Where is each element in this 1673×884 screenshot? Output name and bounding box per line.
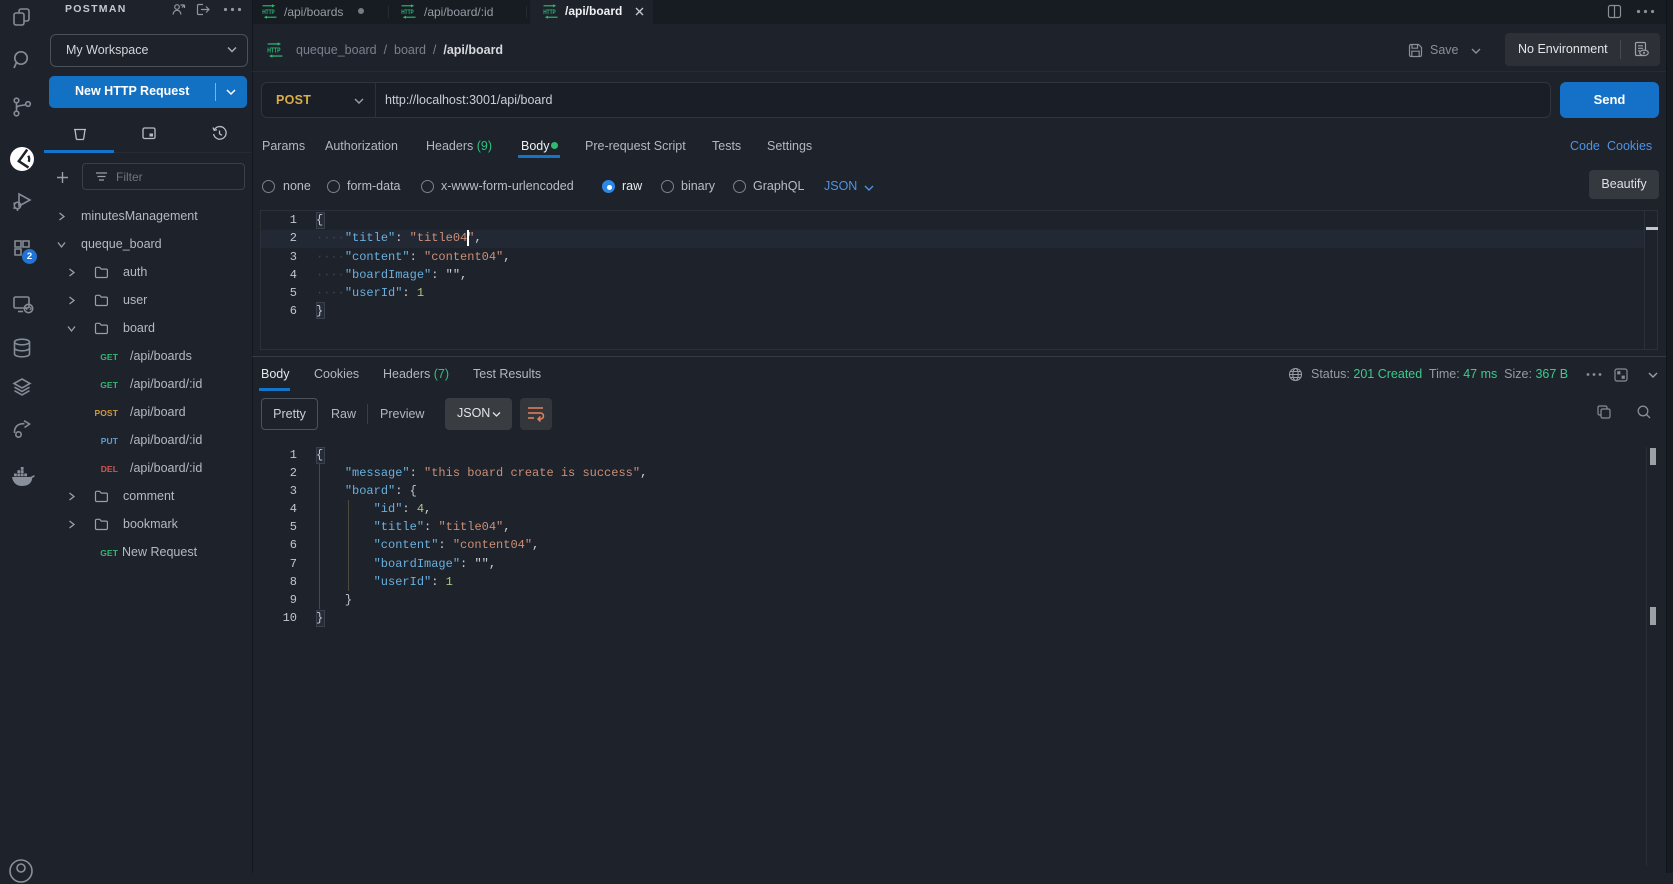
svg-text:HTTP: HTTP bbox=[267, 48, 280, 55]
svg-text:HTTP: HTTP bbox=[262, 9, 275, 16]
svg-text:HTTP: HTTP bbox=[401, 9, 414, 16]
svg-text:HTTP: HTTP bbox=[543, 9, 556, 16]
